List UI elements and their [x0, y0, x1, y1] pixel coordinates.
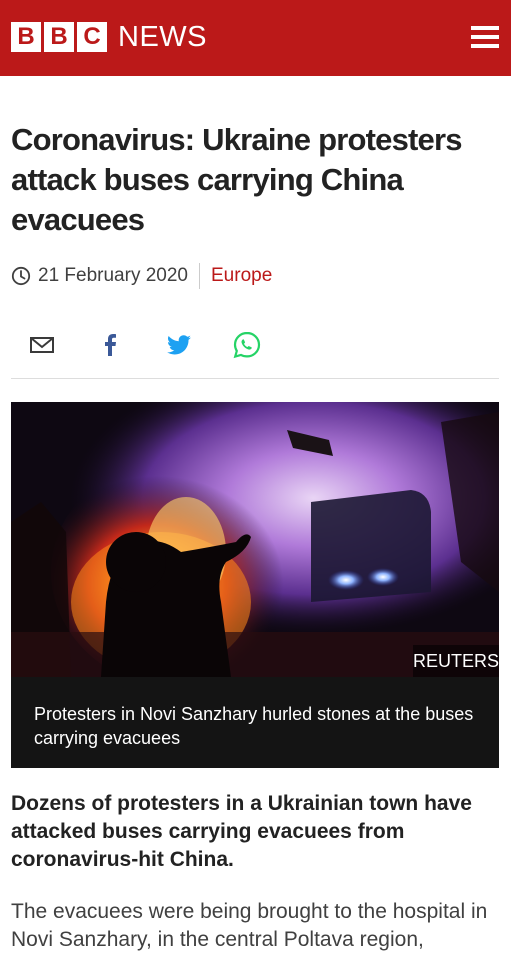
article-figure: REUTERS Protesters in Novi Sanzhary hurl… — [11, 402, 499, 768]
section-link-europe[interactable]: Europe — [211, 265, 272, 287]
article-date: 21 February 2020 — [38, 265, 188, 286]
article-meta: 21 February 2020 Europe — [11, 262, 272, 290]
news-logo-word[interactable]: NEWS — [118, 21, 207, 53]
whatsapp-icon[interactable] — [230, 328, 264, 362]
photo-credit: REUTERS — [413, 645, 499, 677]
article-headline: Coronavirus: Ukraine protesters attack b… — [11, 122, 462, 237]
bbc-logo-letter: B — [11, 22, 41, 52]
site-header: B B C NEWS — [0, 0, 511, 76]
protest-fire-photo[interactable] — [11, 402, 499, 677]
email-icon[interactable] — [25, 328, 59, 362]
meta-divider — [199, 263, 200, 289]
clock-icon — [11, 266, 31, 286]
photo-caption: Protesters in Novi Sanzhary hurled stone… — [34, 704, 474, 748]
facebook-icon[interactable] — [93, 328, 127, 362]
bbc-logo-letter: C — [77, 22, 107, 52]
bbc-logo-letter: B — [44, 22, 74, 52]
article-intro: Dozens of protesters in a Ukrainian town… — [11, 792, 472, 871]
article-body-paragraph: The evacuees were being brought to the h… — [11, 900, 488, 951]
share-divider — [11, 378, 499, 379]
bbc-logo[interactable]: B B C — [11, 22, 107, 52]
twitter-icon[interactable] — [162, 328, 196, 362]
hamburger-menu-icon[interactable] — [471, 26, 499, 48]
